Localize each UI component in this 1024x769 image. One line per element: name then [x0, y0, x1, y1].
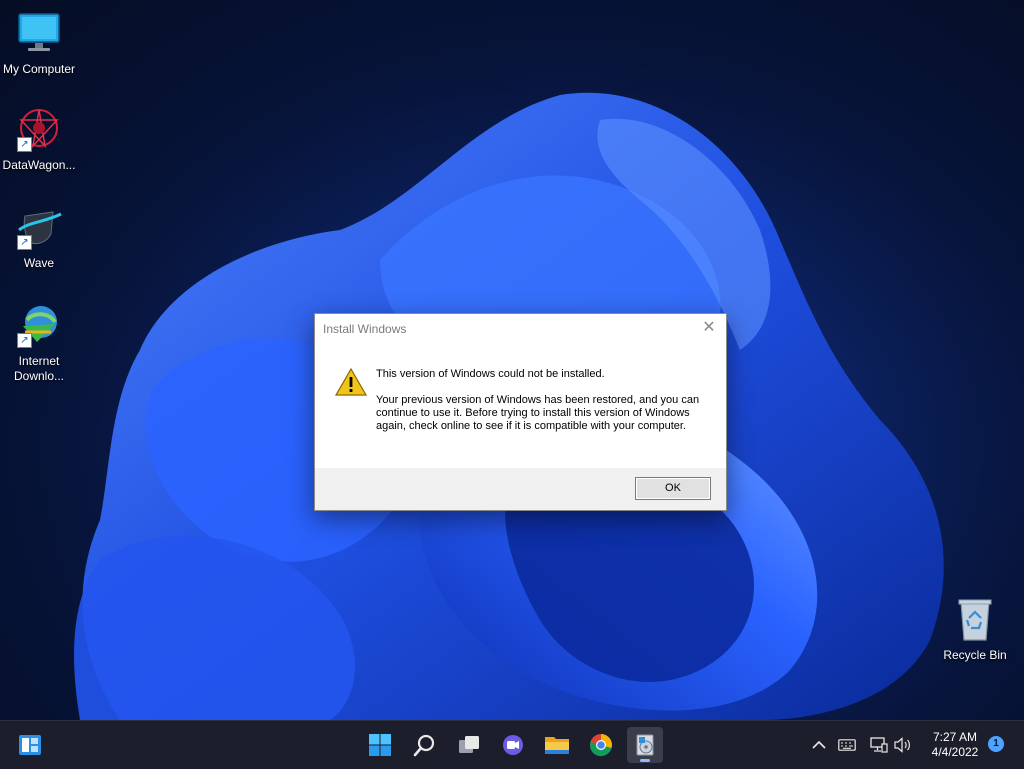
- show-hidden-icons-button[interactable]: [809, 735, 829, 755]
- keyboard-button[interactable]: [837, 735, 857, 755]
- chat-icon: [503, 735, 523, 755]
- start-button[interactable]: [362, 727, 398, 763]
- shortcut-arrow-icon: ↗: [17, 333, 32, 348]
- install-windows-dialog: Install Windows ✕ This version of Window…: [314, 313, 727, 511]
- dialog-headline: This version of Windows could not be ins…: [376, 368, 605, 380]
- desktop-icon-internet-download-manager[interactable]: ↗ Internet Downlo...: [0, 302, 78, 384]
- network-button[interactable]: [869, 735, 889, 755]
- chat-button[interactable]: [495, 727, 531, 763]
- desktop-icon-label: Wave: [23, 256, 55, 270]
- widgets-icon: [19, 735, 41, 755]
- taskbar: 7:27 AM 4/4/2022 1: [0, 720, 1024, 769]
- wave-icon: ↗: [15, 204, 63, 252]
- search-button[interactable]: [407, 727, 443, 763]
- file-explorer-icon: [545, 737, 569, 754]
- dialog-footer: OK: [315, 468, 726, 510]
- task-view-button[interactable]: [451, 727, 487, 763]
- volume-button[interactable]: [893, 735, 913, 755]
- monitor-icon: [15, 10, 63, 58]
- internet-download-manager-icon: ↗: [15, 302, 63, 350]
- chevron-up-icon: [812, 740, 826, 749]
- chrome-button[interactable]: [583, 727, 619, 763]
- warning-icon: [335, 367, 367, 396]
- recycle-bin-icon: [951, 596, 999, 644]
- chrome-icon: [590, 734, 612, 757]
- dialog-message: Your previous version of Windows has bee…: [376, 394, 700, 432]
- desktop-icon-label: Internet Downlo...: [13, 354, 65, 383]
- clock-date: 4/4/2022: [931, 745, 979, 759]
- desktop-icon-label: Recycle Bin: [943, 648, 1007, 662]
- network-icon: [870, 737, 888, 753]
- keyboard-icon: [838, 739, 856, 751]
- close-icon[interactable]: ✕: [698, 317, 720, 339]
- desktop-icon-recycle-bin[interactable]: Recycle Bin: [936, 596, 1014, 663]
- desktop-icon-wave[interactable]: ↗ Wave: [0, 204, 78, 271]
- setup-icon: [636, 734, 654, 756]
- dialog-title: Install Windows: [323, 322, 407, 336]
- search-icon: [413, 734, 435, 757]
- desktop-icon-datawagon[interactable]: ↗ DataWagon...: [0, 106, 78, 173]
- desktop-icon-label: DataWagon...: [2, 158, 76, 172]
- widgets-button[interactable]: [12, 727, 48, 763]
- clock-time: 7:27 AM: [932, 730, 978, 744]
- desktop-icon-label: My Computer: [2, 62, 76, 76]
- task-view-icon: [459, 736, 479, 753]
- desktop-icon-my-computer[interactable]: My Computer: [0, 10, 78, 77]
- dialog-titlebar[interactable]: Install Windows ✕: [315, 314, 726, 342]
- ok-button[interactable]: OK: [635, 477, 711, 500]
- datawagon-icon: ↗: [15, 106, 63, 154]
- shortcut-arrow-icon: ↗: [17, 137, 32, 152]
- dialog-body: This version of Windows could not be ins…: [315, 342, 726, 466]
- setup-button[interactable]: [627, 727, 663, 763]
- clock[interactable]: 7:27 AM 4/4/2022: [918, 730, 992, 760]
- shortcut-arrow-icon: ↗: [17, 235, 32, 250]
- notification-badge[interactable]: 1: [988, 736, 1004, 752]
- file-explorer-button[interactable]: [539, 727, 575, 763]
- volume-icon: [894, 737, 910, 753]
- start-icon: [369, 734, 391, 756]
